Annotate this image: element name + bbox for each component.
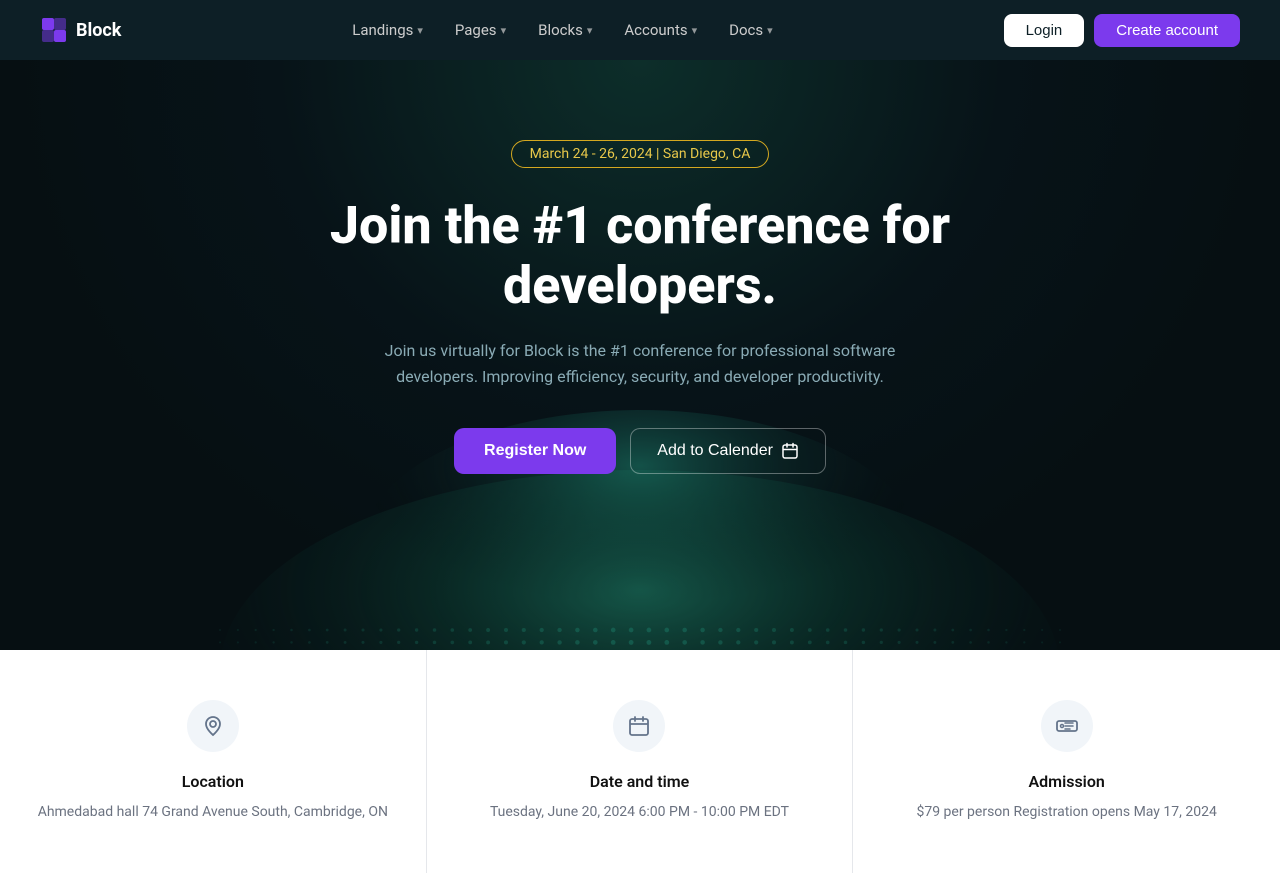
hero-cta-buttons: Register Now Add to Calender — [454, 428, 826, 474]
chevron-down-icon: ▾ — [501, 24, 507, 37]
location-title: Location — [182, 772, 244, 791]
nav-actions: Login Create account — [1004, 14, 1240, 47]
location-description: Ahmedabad hall 74 Grand Avenue South, Ca… — [38, 801, 388, 823]
nav-item-docs[interactable]: Docs ▾ — [715, 13, 787, 47]
datetime-icon-wrap — [613, 700, 665, 752]
register-button[interactable]: Register Now — [454, 428, 616, 474]
ticket-icon — [1056, 715, 1078, 737]
chevron-down-icon: ▾ — [417, 24, 423, 37]
nav-item-pages[interactable]: Pages ▾ — [441, 13, 520, 47]
admission-icon-wrap — [1041, 700, 1093, 752]
datetime-description: Tuesday, June 20, 2024 6:00 PM - 10:00 P… — [490, 801, 789, 823]
brand-logo[interactable]: Block — [40, 16, 121, 44]
login-button[interactable]: Login — [1004, 14, 1085, 47]
calendar-info-icon — [628, 715, 650, 737]
chevron-down-icon: ▾ — [692, 24, 698, 37]
datetime-title: Date and time — [590, 772, 690, 791]
chevron-down-icon: ▾ — [767, 24, 773, 37]
nav-item-blocks[interactable]: Blocks ▾ — [524, 13, 606, 47]
admission-description: $79 per person Registration opens May 17… — [916, 801, 1216, 823]
chevron-down-icon: ▾ — [587, 24, 593, 37]
create-account-button[interactable]: Create account — [1094, 14, 1240, 47]
location-card: Location Ahmedabad hall 74 Grand Avenue … — [0, 650, 427, 873]
brand-icon — [40, 16, 68, 44]
nav-item-landings[interactable]: Landings ▾ — [338, 13, 437, 47]
calendar-icon — [781, 442, 799, 460]
brand-name: Block — [76, 20, 121, 41]
info-section: Location Ahmedabad hall 74 Grand Avenue … — [0, 650, 1280, 873]
datetime-card: Date and time Tuesday, June 20, 2024 6:0… — [427, 650, 854, 873]
location-icon — [202, 715, 224, 737]
admission-card: Admission $79 per person Registration op… — [853, 650, 1280, 873]
location-icon-wrap — [187, 700, 239, 752]
event-date-badge: March 24 - 26, 2024 | San Diego, CA — [511, 140, 770, 168]
add-to-calendar-button[interactable]: Add to Calender — [630, 428, 826, 474]
nav-item-accounts[interactable]: Accounts ▾ — [610, 13, 711, 47]
admission-title: Admission — [1028, 772, 1104, 791]
hero-section: March 24 - 26, 2024 | San Diego, CA Join… — [0, 60, 1280, 650]
navbar: Block Landings ▾ Pages ▾ Blocks ▾ Accoun… — [0, 0, 1280, 60]
nav-links: Landings ▾ Pages ▾ Blocks ▾ Accounts ▾ D… — [338, 13, 786, 47]
